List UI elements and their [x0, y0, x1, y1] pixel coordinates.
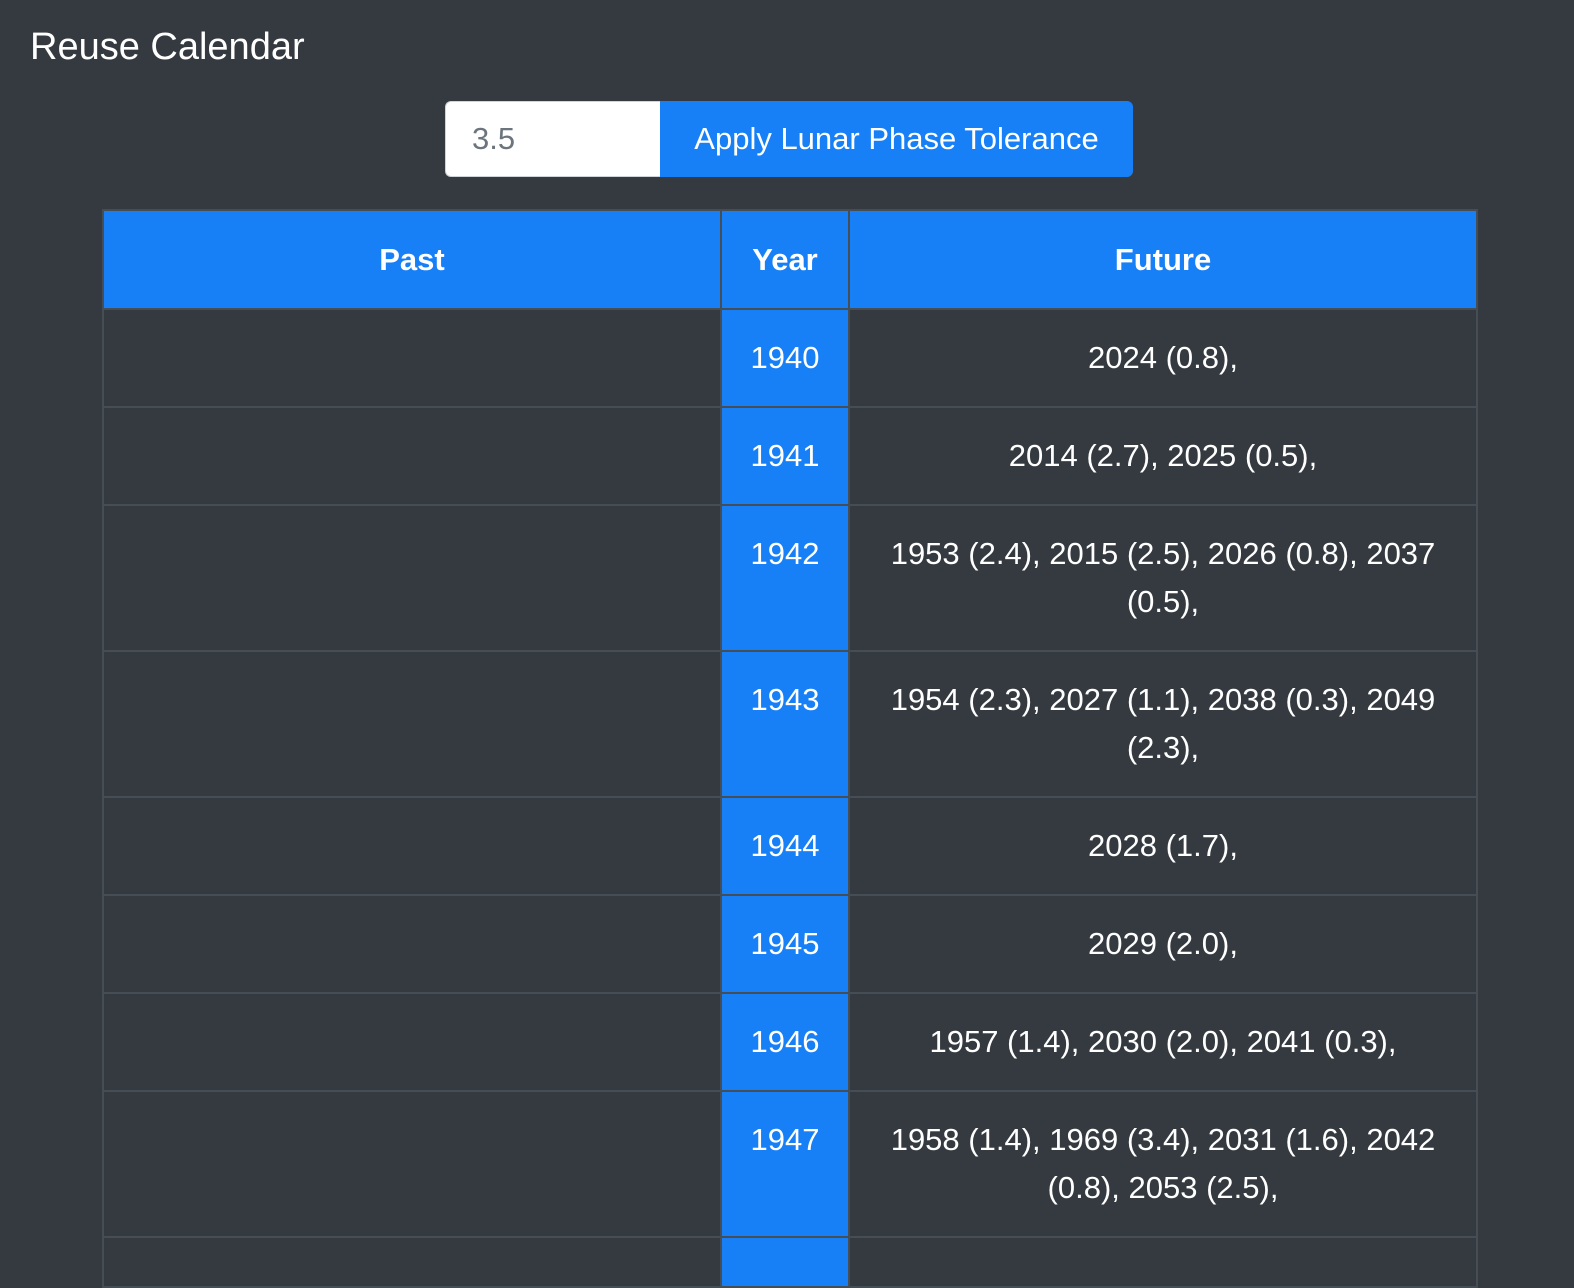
year-cell: 1941	[720, 406, 850, 506]
future-cell: 2029 (2.0),	[848, 894, 1478, 994]
table-row: 1941 2014 (2.7), 2025 (0.5),	[102, 406, 1478, 506]
page-title: Reuse Calendar	[30, 26, 305, 68]
future-cell: 2024 (0.8),	[848, 308, 1478, 408]
past-cell	[102, 650, 722, 798]
future-cell: 1957 (1.4), 2030 (2.0), 2041 (0.3),	[848, 992, 1478, 1092]
future-column-header: Future	[848, 209, 1478, 310]
table-row: 1945 2029 (2.0),	[102, 894, 1478, 994]
table-row: 1940 2024 (0.8),	[102, 308, 1478, 408]
table-header-row: Past Year Future	[102, 209, 1478, 310]
past-cell	[102, 308, 722, 408]
table-row: 1943 1954 (2.3), 2027 (1.1), 2038 (0.3),…	[102, 650, 1478, 798]
year-cell: 1940	[720, 308, 850, 408]
table-row: 1947 1958 (1.4), 1969 (3.4), 2031 (1.6),…	[102, 1090, 1478, 1238]
table-row: 1946 1957 (1.4), 2030 (2.0), 2041 (0.3),	[102, 992, 1478, 1092]
past-cell	[102, 796, 722, 896]
past-column-header: Past	[102, 209, 722, 310]
past-cell	[102, 504, 722, 652]
past-cell	[102, 1236, 722, 1288]
future-cell: 2014 (2.7), 2025 (0.5),	[848, 406, 1478, 506]
future-cell: 1954 (2.3), 2027 (1.1), 2038 (0.3), 2049…	[848, 650, 1478, 798]
past-cell	[102, 894, 722, 994]
year-cell: 1945	[720, 894, 850, 994]
year-cell: 1943	[720, 650, 850, 798]
table-row: 1942 1953 (2.4), 2015 (2.5), 2026 (0.8),…	[102, 504, 1478, 652]
apply-tolerance-button[interactable]: Apply Lunar Phase Tolerance	[660, 101, 1133, 177]
future-cell: 1953 (2.4), 2015 (2.5), 2026 (0.8), 2037…	[848, 504, 1478, 652]
future-cell	[848, 1236, 1478, 1288]
future-cell: 2028 (1.7),	[848, 796, 1478, 896]
year-column-header: Year	[720, 209, 850, 310]
reuse-calendar-table: Past Year Future 1940 2024 (0.8), 1941 2…	[102, 209, 1478, 1288]
past-cell	[102, 1090, 722, 1238]
year-cell: 1942	[720, 504, 850, 652]
tolerance-input[interactable]	[445, 101, 660, 177]
tolerance-control-group: Apply Lunar Phase Tolerance	[445, 101, 1133, 177]
past-cell	[102, 406, 722, 506]
table-row	[102, 1236, 1478, 1288]
year-cell: 1947	[720, 1090, 850, 1238]
year-cell: 1944	[720, 796, 850, 896]
table-row: 1944 2028 (1.7),	[102, 796, 1478, 896]
year-cell	[720, 1236, 850, 1288]
past-cell	[102, 992, 722, 1092]
year-cell: 1946	[720, 992, 850, 1092]
future-cell: 1958 (1.4), 1969 (3.4), 2031 (1.6), 2042…	[848, 1090, 1478, 1238]
